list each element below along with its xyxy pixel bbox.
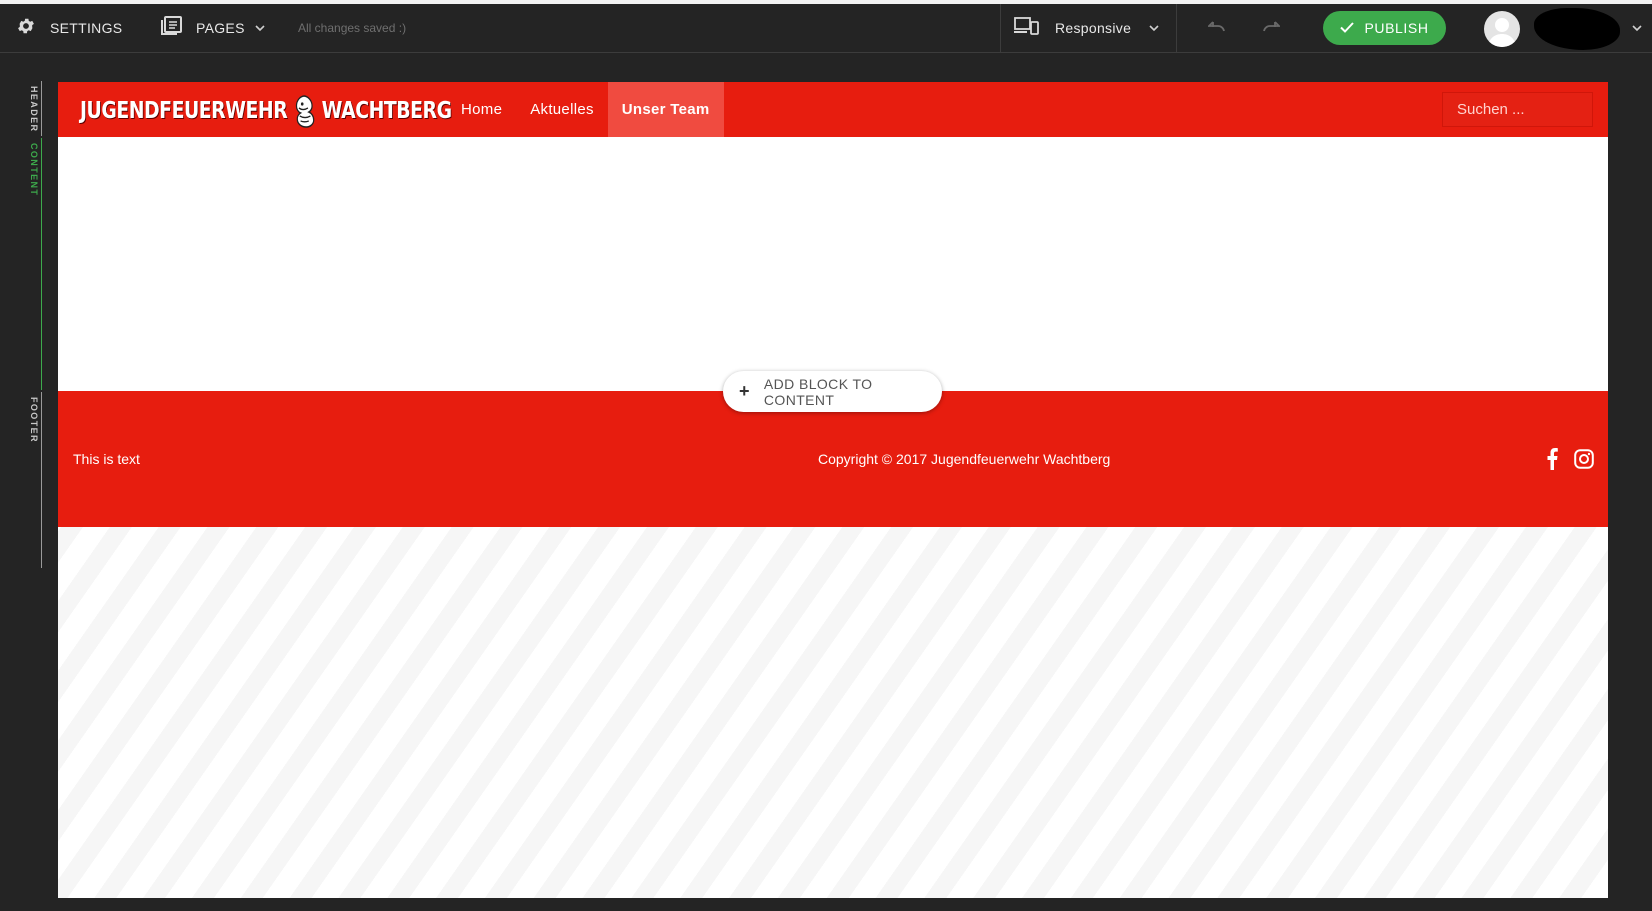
instagram-icon[interactable] bbox=[1574, 449, 1594, 474]
chevron-down-icon bbox=[1632, 19, 1642, 37]
publish-label: PUBLISH bbox=[1364, 20, 1429, 36]
undo-icon bbox=[1206, 19, 1226, 37]
section-tab-content[interactable]: CONTENT bbox=[29, 143, 39, 196]
footer-copyright: Copyright © 2017 Jugendfeuerwehr Wachtbe… bbox=[818, 451, 1111, 467]
settings-button[interactable]: SETTINGS bbox=[16, 4, 122, 52]
section-tab-header[interactable]: HEADER bbox=[29, 86, 39, 132]
section-tab-footer[interactable]: FOOTER bbox=[29, 397, 39, 443]
dragon-emblem-icon bbox=[292, 94, 317, 128]
add-block-label: ADD BLOCK TO CONTENT bbox=[763, 375, 873, 408]
nav-item-aktuelles[interactable]: Aktuelles bbox=[516, 82, 608, 137]
chevron-down-icon bbox=[1149, 19, 1159, 37]
editor-toolbar: SETTINGS PAGES All changes saved :) Resp… bbox=[0, 0, 1652, 53]
user-avatar-icon[interactable] bbox=[1484, 11, 1520, 47]
device-preview-select[interactable]: Responsive bbox=[1014, 4, 1159, 52]
redo-icon bbox=[1262, 19, 1282, 37]
main-nav: Home Aktuelles Unser Team bbox=[447, 82, 724, 137]
settings-label: SETTINGS bbox=[50, 20, 123, 36]
publish-button[interactable]: PUBLISH bbox=[1323, 11, 1446, 45]
user-menu-chevron[interactable] bbox=[1632, 4, 1642, 52]
add-block-button[interactable]: + ADD BLOCK TO CONTENT bbox=[723, 371, 942, 412]
toolbar-divider bbox=[1176, 4, 1177, 52]
save-status: All changes saved :) bbox=[298, 21, 407, 35]
pages-icon bbox=[160, 15, 182, 41]
site-logo[interactable]: JUGENDFEUERWEHR WACHTBERG bbox=[80, 94, 452, 128]
logo-text-left: JUGENDFEUERWEHR bbox=[80, 98, 288, 124]
gear-icon bbox=[16, 16, 36, 41]
chevron-down-icon bbox=[255, 19, 265, 37]
page-canvas: JUGENDFEUERWEHR WACHTBERG Home Aktuelles… bbox=[58, 82, 1608, 898]
footer-text[interactable]: This is text bbox=[73, 451, 140, 467]
toolbar-divider bbox=[1000, 4, 1001, 52]
redacted-username bbox=[1534, 8, 1620, 50]
undo-button[interactable] bbox=[1206, 4, 1226, 52]
nav-item-home[interactable]: Home bbox=[447, 82, 516, 137]
nav-item-unser-team[interactable]: Unser Team bbox=[607, 82, 724, 137]
logo-text-right: WACHTBERG bbox=[321, 98, 452, 124]
plus-icon: + bbox=[739, 381, 750, 401]
pages-label: PAGES bbox=[196, 20, 245, 36]
search-input[interactable] bbox=[1442, 92, 1593, 127]
devices-icon bbox=[1014, 16, 1039, 40]
redo-button[interactable] bbox=[1262, 4, 1282, 52]
pages-menu-button[interactable]: PAGES bbox=[160, 4, 265, 52]
site-header[interactable]: JUGENDFEUERWEHR WACHTBERG Home Aktuelles… bbox=[58, 82, 1608, 137]
check-icon bbox=[1340, 20, 1364, 36]
content-section[interactable] bbox=[58, 137, 1608, 391]
device-label: Responsive bbox=[1055, 20, 1132, 36]
facebook-icon[interactable] bbox=[1546, 448, 1558, 475]
